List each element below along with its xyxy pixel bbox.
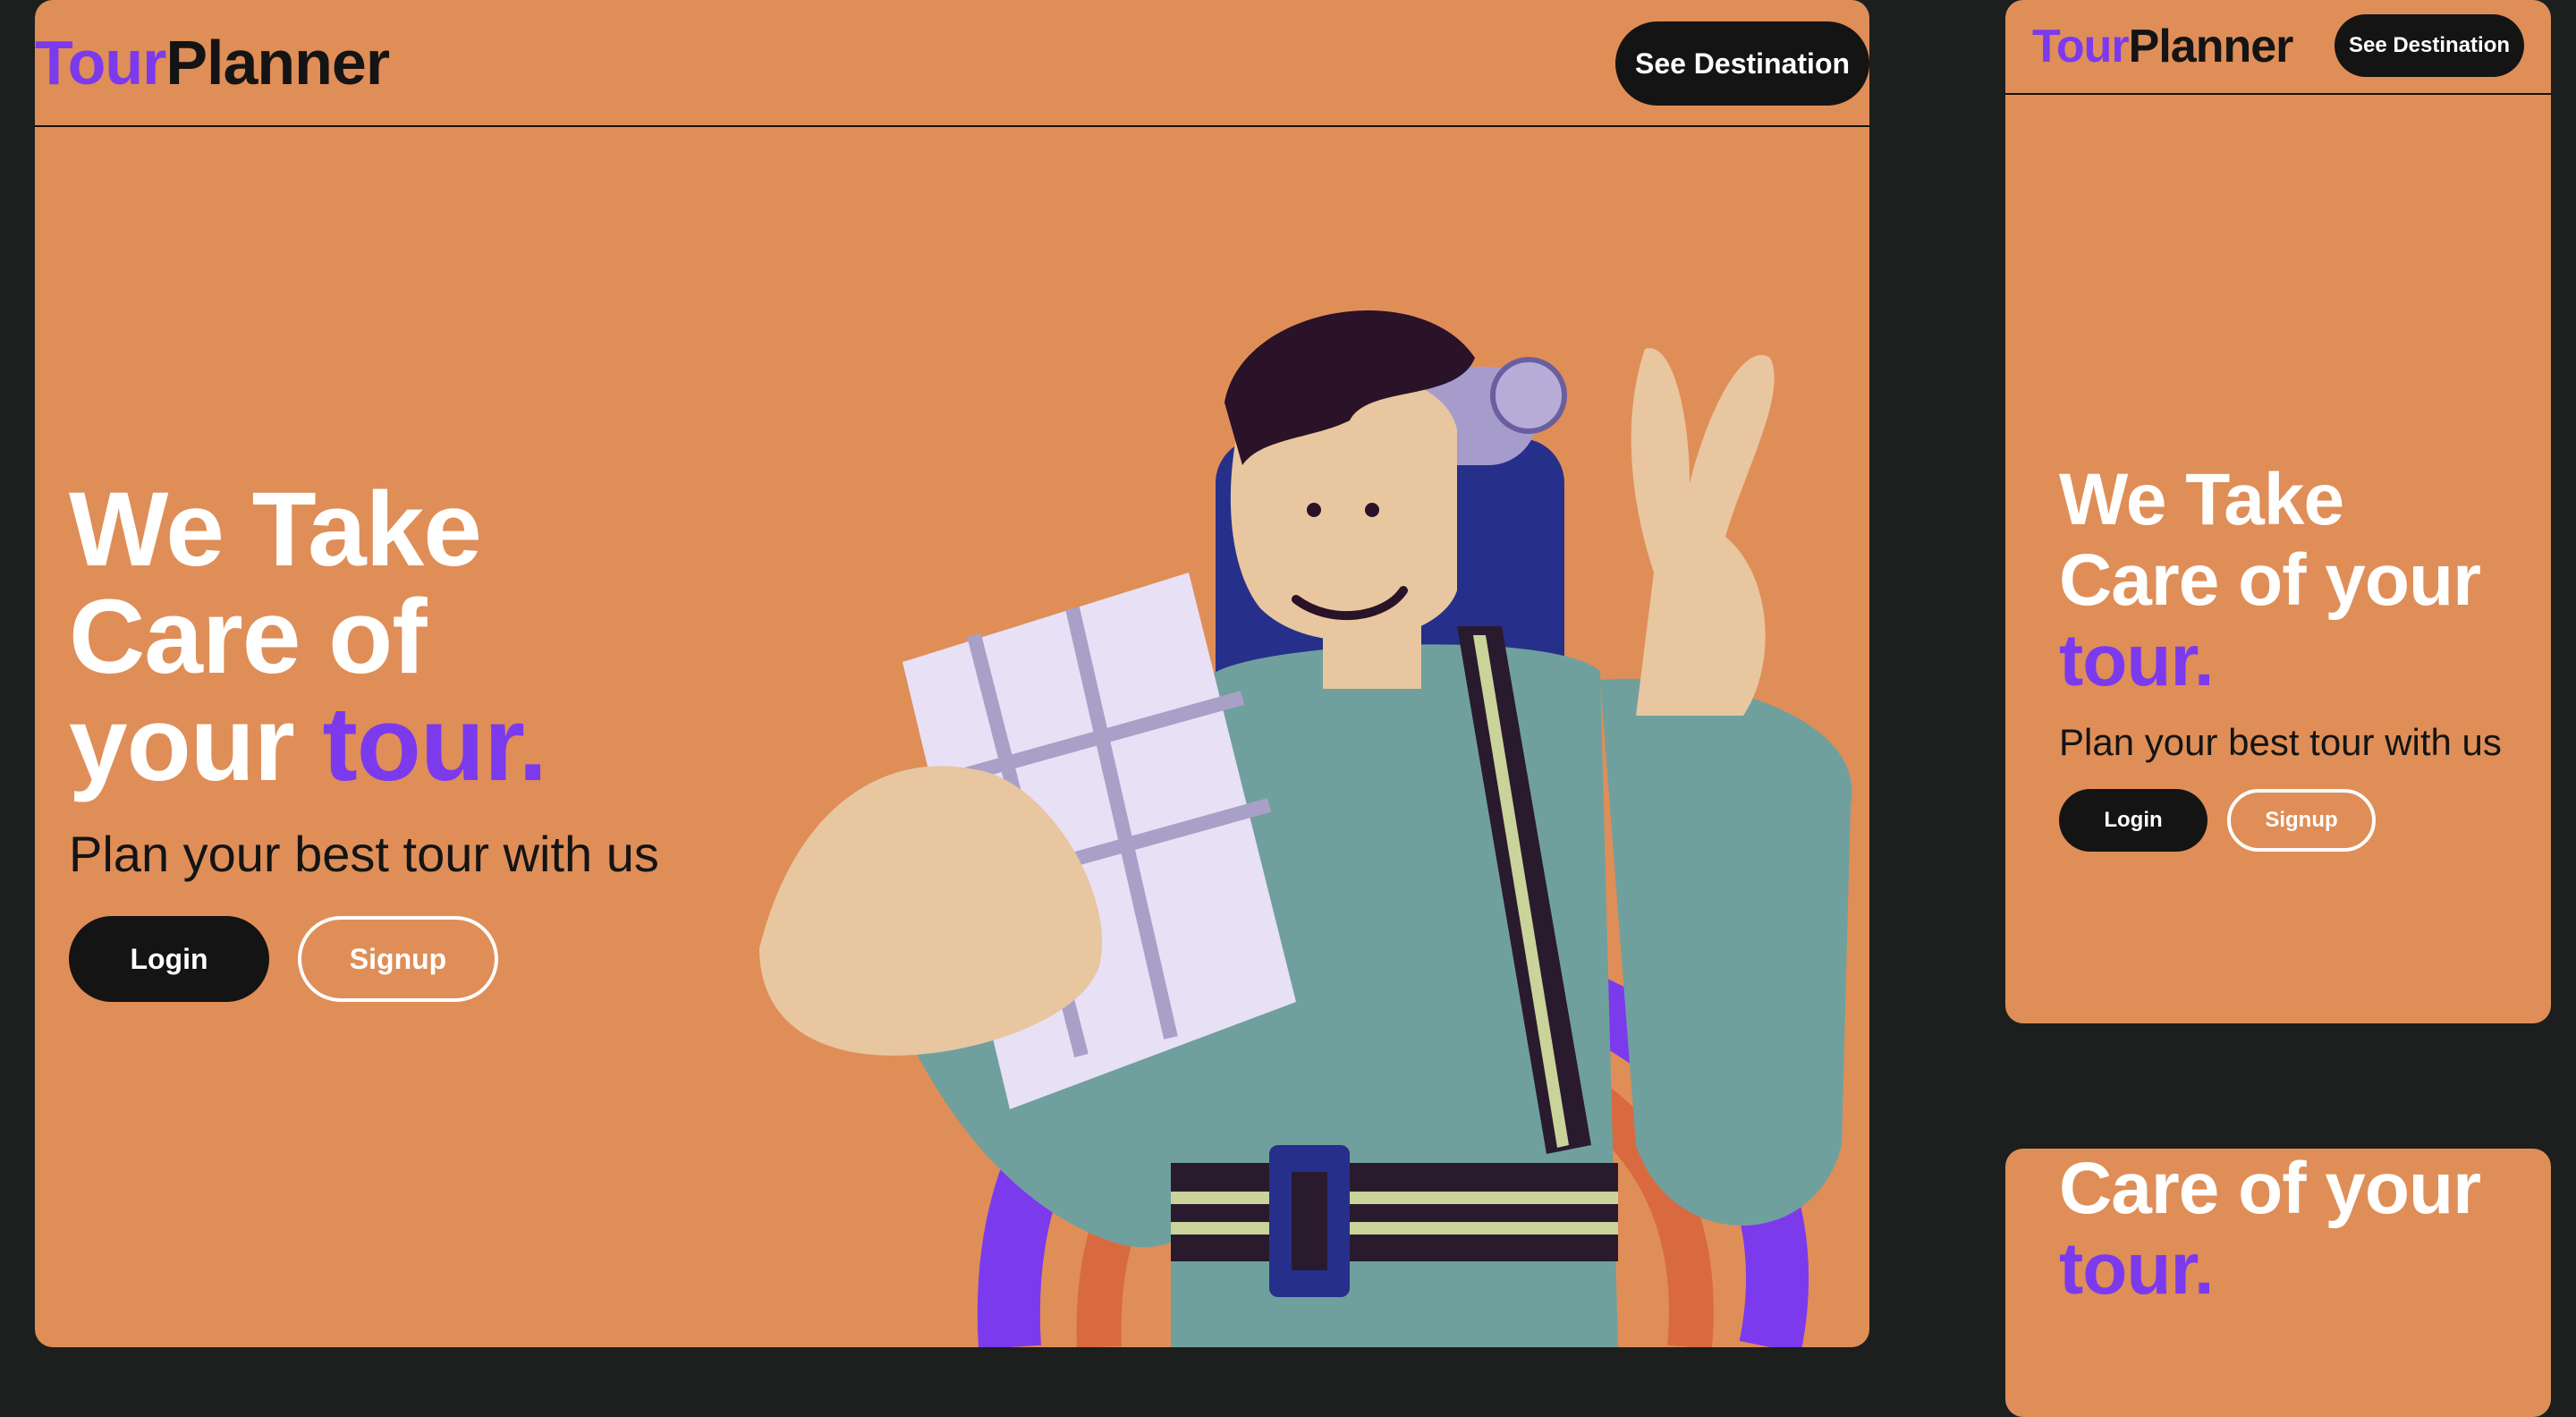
desktop-preview-card: TourPlanner See Destination We Take Care… [35, 0, 1869, 1347]
mobile-hero-title-line1: We Take [2059, 459, 2344, 540]
mobile-hero-subtitle: Plan your best tour with us [2059, 721, 2502, 763]
hero-title: We Take Care of your tour. [69, 476, 547, 798]
see-destination-button[interactable]: See Destination [1615, 21, 1869, 106]
signup-button[interactable]: Signup [298, 916, 498, 1002]
logo-tour: Tour [35, 28, 166, 98]
mobile-preview-card: TourPlanner See Destination We Take Care… [2005, 0, 2551, 1023]
mobile-logo[interactable]: TourPlanner [2032, 20, 2294, 73]
mobile2-hero-title-line2: Care of your [2059, 1149, 2481, 1229]
mobile-hero-title-accent: tour. [2059, 620, 2215, 701]
mobile2-hero-title: Care of your tour. [2059, 1149, 2481, 1310]
mobile-logo-planner: Planner [2128, 21, 2294, 72]
mobile-login-button[interactable]: Login [2059, 789, 2207, 852]
mobile-signup-button[interactable]: Signup [2227, 789, 2376, 852]
mobile-logo-tour: Tour [2032, 21, 2130, 72]
mobile-navbar: TourPlanner See Destination [2005, 0, 2551, 95]
mobile-see-destination-button[interactable]: See Destination [2334, 14, 2524, 77]
traveler-illustration-icon [759, 310, 1852, 1347]
mobile-hero-title: We Take Care of your tour. [2059, 459, 2481, 701]
mobile-hero-title-line2: Care of your [2059, 539, 2481, 621]
logo-planner: Planner [165, 28, 390, 98]
hero-title-line1: We Take [69, 471, 482, 589]
hero-title-line3: your [69, 685, 295, 803]
logo[interactable]: TourPlanner [35, 27, 390, 98]
mobile-preview-card-2: Care of your tour. [2005, 1149, 2551, 1417]
hero-title-accent: tour. [322, 685, 548, 803]
navbar: TourPlanner See Destination [35, 0, 1869, 127]
login-button[interactable]: Login [69, 916, 269, 1002]
mobile2-hero-title-accent: tour. [2059, 1228, 2215, 1310]
hero-title-line2: Care of [69, 578, 428, 696]
hero-subtitle: Plan your best tour with us [69, 826, 659, 882]
